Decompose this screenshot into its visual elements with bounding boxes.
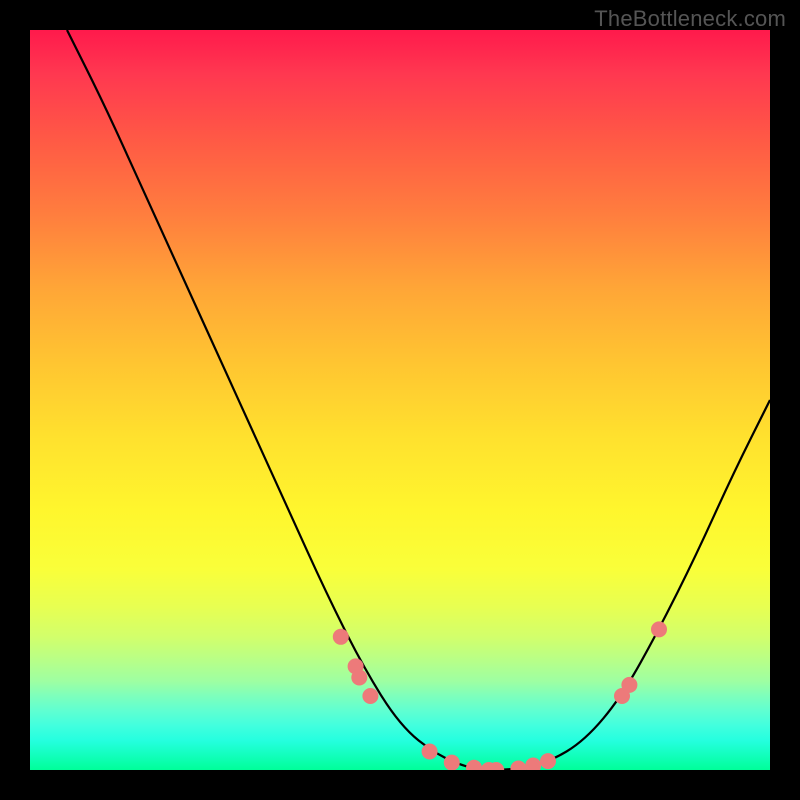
chart-marker [333, 629, 349, 645]
chart-marker [651, 621, 667, 637]
chart-marker [351, 670, 367, 686]
chart-marker [422, 744, 438, 760]
chart-marker [540, 753, 556, 769]
chart-plot-area [30, 30, 770, 770]
chart-marker [525, 758, 541, 770]
chart-markers [333, 621, 667, 770]
chart-marker [621, 677, 637, 693]
chart-overlay-svg [30, 30, 770, 770]
watermark-text: TheBottleneck.com [594, 6, 786, 32]
chart-marker [466, 760, 482, 770]
chart-marker [510, 761, 526, 770]
chart-marker [444, 755, 460, 770]
chart-marker [362, 688, 378, 704]
bottleneck-curve [67, 30, 770, 770]
